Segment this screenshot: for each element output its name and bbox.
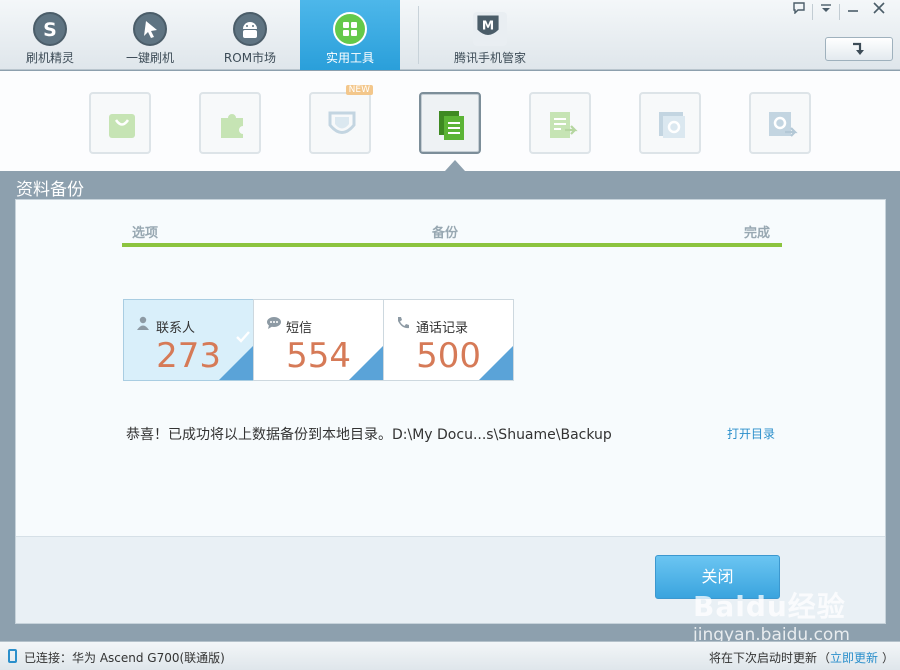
- nav-tab-label: 刷机精灵: [25, 51, 74, 65]
- backup-steps: 选项 备份 完成: [122, 222, 782, 252]
- tool-plugins[interactable]: [199, 92, 261, 154]
- puzzle-icon: [221, 114, 243, 138]
- connection-status: 已连接：华为 Ascend G700(联通版): [24, 651, 225, 665]
- shopping-bag-icon: [109, 114, 135, 138]
- nav-tab-rom-market[interactable]: ROM市场: [200, 0, 300, 70]
- checkmark-corner: [349, 331, 383, 380]
- update-now-link[interactable]: 立即更新: [830, 649, 878, 666]
- close-button[interactable]: 关闭: [655, 555, 780, 599]
- success-message: 恭喜！已成功将以上数据备份到本地目录。D:\My Docu...s\Shuame…: [126, 427, 612, 443]
- card-count: 500: [416, 336, 481, 376]
- grid-tiles-icon: [333, 12, 367, 46]
- step-backup: 备份: [432, 226, 459, 241]
- menu-down-icon[interactable]: [813, 0, 839, 22]
- checkmark-corner: [219, 331, 253, 380]
- tool-data-backup[interactable]: [419, 92, 481, 154]
- minimize-icon[interactable]: [840, 0, 866, 22]
- card-call-log[interactable]: 通话记录 500: [383, 299, 514, 381]
- settings-window-icon: [659, 112, 685, 138]
- new-badge: NEW: [345, 85, 373, 95]
- nav-tab-one-click-flash[interactable]: 一键刷机: [100, 0, 200, 70]
- person-icon: [137, 316, 149, 330]
- settings-export-icon: [769, 112, 798, 137]
- curved-arrow-icon: [853, 42, 864, 55]
- export-document-icon: [550, 112, 578, 138]
- phone-icon: [398, 317, 409, 329]
- check-icon: [496, 331, 510, 343]
- card-label: 联系人: [156, 321, 196, 336]
- backup-cards: 联系人 273 短信 554 通话记录 500: [123, 299, 517, 381]
- step-done: 完成: [743, 226, 770, 241]
- s-logo-icon: S: [33, 12, 67, 46]
- svg-text:M: M: [482, 19, 494, 33]
- tool-settings-export[interactable]: [749, 92, 811, 154]
- panel-footer: 关闭: [16, 536, 885, 623]
- paren-open: （: [818, 651, 831, 665]
- shield-icon: [328, 111, 356, 134]
- tool-export[interactable]: [529, 92, 591, 154]
- document-stack-icon: [439, 111, 464, 140]
- step-options: 选项: [132, 226, 159, 241]
- check-icon: [366, 331, 380, 343]
- nav-tab-tencent-manager[interactable]: M 腾讯手机管家: [440, 0, 540, 70]
- feedback-icon[interactable]: [786, 0, 812, 22]
- redirect-button[interactable]: [825, 37, 893, 61]
- progress-bar: [122, 243, 782, 247]
- tool-app-store[interactable]: [89, 92, 151, 154]
- tool-settings[interactable]: [639, 92, 701, 154]
- phone-device-icon: [8, 649, 17, 663]
- chat-bubble-icon: [267, 317, 281, 329]
- status-bar: 已连接：华为 Ascend G700(联通版) 将在下次启动时更新 （ 立即更新…: [0, 641, 900, 670]
- cursor-arrow-icon: [133, 12, 167, 46]
- card-label: 通话记录: [416, 321, 469, 336]
- card-count: 554: [286, 336, 351, 376]
- nav-tab-label: 实用工具: [325, 51, 374, 65]
- m-shield-icon: M: [473, 12, 507, 46]
- card-count: 273: [156, 336, 221, 376]
- update-notice: 将在下次启动时更新: [709, 651, 818, 665]
- active-tool-pointer: [445, 160, 465, 171]
- nav-tab-utilities[interactable]: 实用工具: [300, 0, 400, 70]
- nav-tab-label: 腾讯手机管家: [453, 51, 526, 65]
- card-sms[interactable]: 短信 554: [253, 299, 384, 381]
- tool-security[interactable]: NEW: [309, 85, 373, 154]
- paren-close: ）: [882, 651, 895, 665]
- checkmark-corner: [479, 331, 513, 380]
- nav-tab-shuajijingling[interactable]: S 刷机精灵: [0, 0, 100, 70]
- nav-divider: [418, 6, 419, 64]
- android-icon: [233, 12, 267, 46]
- nav-tab-label: ROM市场: [223, 51, 277, 65]
- svg-text:S: S: [43, 19, 57, 41]
- backup-panel: 选项 备份 完成 联系人 273 短信 554 通话记录 500 恭喜！已成功将…: [15, 199, 886, 624]
- nav-tab-label: 一键刷机: [125, 51, 174, 65]
- section-title: 资料备份: [16, 180, 84, 200]
- window-controls: [786, 0, 892, 24]
- open-directory-link[interactable]: 打开目录: [727, 425, 775, 442]
- card-label: 短信: [286, 321, 313, 336]
- tool-strip: NEW: [0, 71, 900, 171]
- check-icon: [236, 331, 250, 343]
- card-contacts[interactable]: 联系人 273: [123, 299, 254, 381]
- top-nav-bar: S 刷机精灵 一键刷机 ROM市场 实用工具 M 腾讯手机管家: [0, 0, 900, 70]
- close-icon[interactable]: [866, 0, 892, 22]
